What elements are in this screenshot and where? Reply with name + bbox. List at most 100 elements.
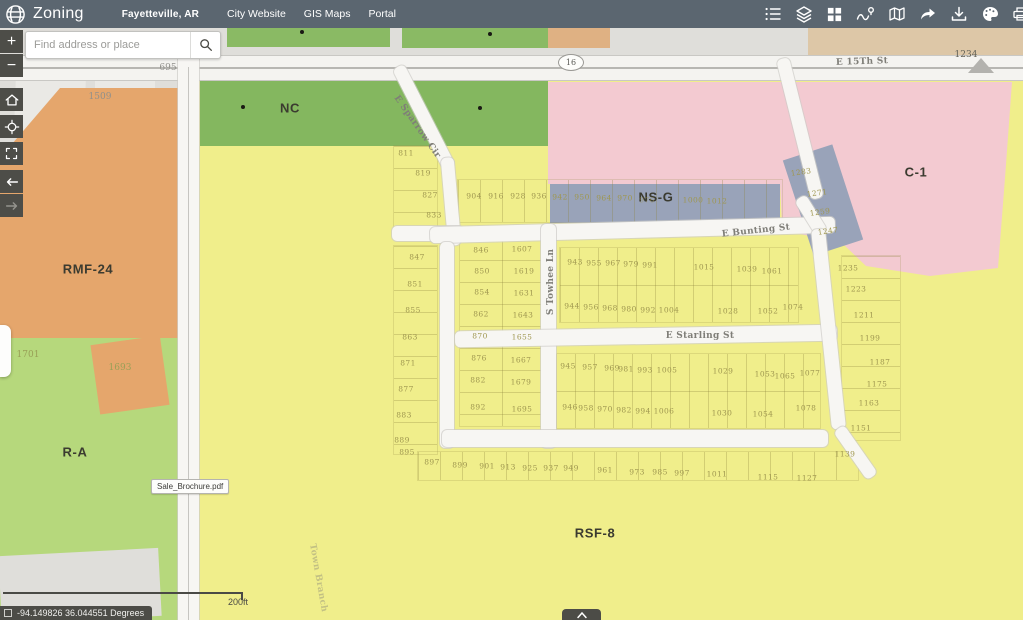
scale-bar: [3, 592, 243, 594]
parcel-label: 980: [621, 305, 637, 314]
nav-gis-maps[interactable]: GIS Maps: [304, 8, 351, 20]
parcel-label: 981: [618, 365, 634, 374]
parcel-label: 1011: [707, 470, 728, 479]
parcel-label: 1115: [758, 473, 779, 482]
download-icon[interactable]: [950, 5, 968, 23]
coordinates-text: -94.149826 36.044551 Degrees: [17, 608, 144, 618]
street-label: Town Branch: [307, 543, 329, 613]
attribution-toggle[interactable]: [562, 609, 601, 620]
parcel-label: 1029: [713, 367, 734, 376]
forward-button[interactable]: [0, 194, 23, 217]
parcel-label: 936: [531, 192, 547, 201]
parcel-label: 1607: [512, 245, 533, 254]
fullscreen-button[interactable]: [0, 142, 23, 165]
street-label: E Bunting St: [721, 222, 790, 239]
parcel-label: 1679: [511, 378, 532, 387]
map-location-icon[interactable]: [888, 5, 906, 23]
parcel-label: 968: [602, 304, 618, 313]
parcel-label: 985: [652, 468, 668, 477]
parcel-label: 1030: [712, 409, 733, 418]
zoning-app: 16 NCRMF-24R-ANS-GC-1RSF-8E 15Th StE Spa…: [0, 0, 1023, 620]
zoom-out-button[interactable]: −: [0, 54, 23, 77]
chevron-up-icon: [576, 611, 588, 619]
parcel-label: 1077: [800, 369, 821, 378]
parcel-label: 1283: [790, 166, 812, 178]
map[interactable]: 16 NCRMF-24R-ANS-GC-1RSF-8E 15Th StE Spa…: [0, 28, 1023, 620]
parcel-label: 1247: [817, 225, 839, 237]
parcel-label: 1259: [809, 206, 831, 218]
parcel-label: 871: [400, 359, 416, 368]
parcel-label: 956: [583, 303, 599, 312]
home-button[interactable]: [0, 88, 23, 111]
nav-portal[interactable]: Portal: [368, 8, 395, 20]
parcel-label: 973: [629, 468, 645, 477]
parcel-label: 970: [617, 194, 633, 203]
parcel-label: 937: [543, 464, 559, 473]
back-button[interactable]: [0, 170, 23, 193]
parcel-label: 897: [424, 458, 440, 467]
file-tag[interactable]: Sale_Brochure.pdf: [151, 479, 229, 494]
layers-icon[interactable]: [795, 5, 813, 23]
parcel-label: 943: [567, 258, 583, 267]
parcel-label: 997: [674, 469, 690, 478]
nav-city-website[interactable]: City Website: [227, 8, 286, 20]
search-icon: [198, 37, 214, 53]
street-label: E 15Th St: [836, 56, 889, 68]
parcel-label: 850: [474, 267, 490, 276]
share-icon[interactable]: [919, 5, 937, 23]
parcel-label: 847: [409, 253, 425, 262]
basemap-icon[interactable]: [826, 6, 843, 23]
coordinates-box: -94.149826 36.044551 Degrees: [0, 606, 152, 620]
print-icon[interactable]: [1012, 5, 1023, 23]
parcel-label: 1000: [683, 196, 704, 205]
panel-collapse-tab[interactable]: [0, 325, 11, 377]
locate-button[interactable]: [0, 115, 23, 138]
parcel-label: 904: [466, 192, 482, 201]
legend-icon[interactable]: [764, 5, 782, 23]
area-label: 1693: [109, 363, 132, 373]
area-label: 1509: [89, 92, 112, 102]
zoom-in-button[interactable]: +: [0, 30, 23, 53]
parcel-label: 892: [470, 403, 486, 412]
parcel-label: 1163: [859, 399, 880, 408]
zone-label: NC: [280, 101, 300, 116]
coordinates-icon[interactable]: [4, 609, 12, 617]
parcel-label: 1655: [512, 333, 533, 342]
parcel-label: 862: [473, 310, 489, 319]
search-button[interactable]: [190, 32, 220, 58]
fullscreen-icon: [4, 146, 19, 161]
measure-icon[interactable]: [856, 5, 875, 23]
zone-label: R-A: [63, 445, 88, 460]
parcel-label: 882: [470, 376, 486, 385]
parcel-label: 961: [597, 466, 613, 475]
locate-icon: [4, 119, 20, 135]
parcel-label: 1006: [654, 407, 675, 416]
plus-icon: +: [7, 34, 16, 50]
parcel-label: 958: [578, 404, 594, 413]
parcel-label: 949: [563, 464, 579, 473]
area-label: 1234: [955, 50, 978, 60]
arrow-right-icon: [4, 198, 20, 214]
header-nav: City Website GIS Maps Portal: [227, 8, 396, 20]
parcel-label: 916: [488, 192, 504, 201]
zone-label: RSF-8: [575, 526, 616, 541]
area-label: 1701: [17, 350, 40, 360]
scale-label: 200ft: [228, 597, 248, 607]
zone-label: NS-G: [639, 190, 674, 205]
header-toolbar: [764, 0, 1023, 28]
search-box: [25, 31, 221, 59]
draw-icon[interactable]: [981, 5, 999, 23]
parcel-label: 1139: [835, 450, 856, 459]
parcel-label: 1028: [718, 307, 739, 316]
search-input[interactable]: [26, 39, 190, 51]
parcel-label: 1187: [870, 358, 891, 367]
parcel-label: 870: [472, 332, 488, 341]
parcel-label: 889: [394, 436, 410, 445]
parcel-label: 877: [398, 385, 414, 394]
parcel-label: 1012: [707, 197, 728, 206]
parcel-label: 950: [574, 193, 590, 202]
parcel-label: 969: [604, 364, 620, 373]
parcel-label: 1151: [851, 424, 872, 433]
parcel-label: 976: [639, 196, 655, 205]
parcel-label: 1223: [846, 285, 867, 294]
